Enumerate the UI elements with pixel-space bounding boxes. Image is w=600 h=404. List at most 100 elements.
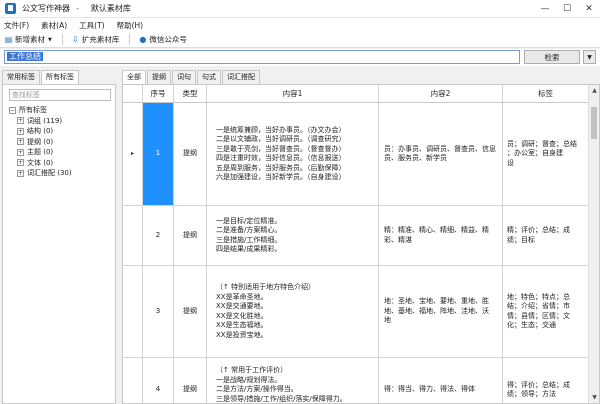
table-row[interactable]: 2 提纲 一是目标/定位精准。 二是准备/方案精心。 三是措施/工作精细。 四是结果/成果… — [123, 206, 589, 266]
content1-cell-line: 二是准备/方案精心。 — [216, 226, 282, 234]
vertical-scrollbar[interactable]: ▲ ▼ — [588, 85, 599, 403]
tags-cell[interactable]: 员；调研；督查；总结 ；办公室；自身建设 — [503, 103, 589, 205]
tab-all[interactable]: 全部 — [122, 70, 146, 84]
content1-cell-line: （↑ 常用于工作评价） — [216, 366, 288, 375]
expand-icon[interactable]: + — [17, 169, 24, 177]
expand-library-label: 扩充素材库 — [81, 35, 120, 44]
tree-item-all[interactable]: − 所有标签 — [9, 105, 72, 116]
wechat-label: 微信公众号 — [149, 35, 187, 44]
row-indicator — [123, 266, 143, 357]
row-type[interactable]: 提纲 — [174, 103, 207, 205]
toolbar: ▤ 新增素材 ▼ ⇩ 扩充素材库 ● 微信公众号 — [0, 32, 600, 48]
tags-cell[interactable]: 地；特色；特点；总 结；介绍；省情；市 情；县情；区情；文 化；生态；交通 — [503, 266, 589, 357]
menu-help[interactable]: 帮助(H) — [117, 20, 144, 31]
tab-outline[interactable]: 提纲 — [147, 70, 171, 84]
tab-sentence[interactable]: 句式 — [197, 70, 221, 84]
maximize-icon[interactable]: ☐ — [556, 0, 578, 18]
expand-icon[interactable]: + — [17, 148, 24, 156]
content1-cell-line: 四是结果/成果精彩。 — [216, 245, 282, 253]
row-type[interactable]: 提纲 — [174, 266, 207, 357]
tab-common-tags[interactable]: 常用标签 — [2, 70, 40, 84]
tags-cell[interactable]: 精；评价；总结；成 绩；目标 — [503, 206, 589, 265]
title-bar: 公文写作神器 - 默认素材库 — ☐ ✕ — [0, 0, 600, 18]
tree-item-phrases[interactable]: + 词组 (119) — [9, 116, 72, 127]
tab-collocation[interactable]: 词汇搭配 — [222, 70, 260, 84]
tree-item-topic[interactable]: + 主题 (0) — [9, 147, 72, 158]
app-icon — [5, 3, 16, 14]
content1-cell-line: 一是战略/规划得法。 — [216, 375, 282, 384]
new-material-button[interactable]: ▤ 新增素材 ▼ — [4, 34, 52, 45]
content1-cell-line: 三是措施/工作精细。 — [216, 235, 282, 244]
minimize-icon[interactable]: — — [534, 0, 556, 18]
tags-cell-line: 得；评价；总结；成 — [507, 380, 570, 389]
search-input[interactable]: 工作总结 — [4, 50, 520, 64]
row-number[interactable]: 2 — [143, 206, 174, 265]
tree-label: 词组 (119) — [27, 116, 63, 125]
dropdown-icon[interactable]: ▼ — [48, 37, 52, 43]
menu-tools[interactable]: 工具(T) — [79, 20, 104, 31]
content1-cell[interactable]: （↑ 常用于工作评价） 一是战略/规划得法。 二是方法/方案/操作得当。 三是领导/措… — [207, 358, 379, 403]
row-number[interactable]: 4 — [143, 358, 174, 403]
tags-cell-line: 情；县情；区情；文 — [507, 311, 570, 320]
expand-library-button[interactable]: ⇩ 扩充素材库 — [71, 34, 120, 45]
material-pane: 全部 提纲 词句 句式 词汇搭配 序号 类型 内容1 内容2 标签 ▸ 1 提纲 一是… — [122, 70, 600, 404]
menu-file[interactable]: 文件(F) — [4, 20, 29, 31]
column-header-tags[interactable]: 标签 — [503, 85, 589, 102]
content2-cell[interactable]: 得：得当、得力、得法、得体 — [379, 358, 503, 403]
wechat-button[interactable]: ● 微信公众号 — [138, 34, 187, 45]
table-row[interactable]: 3 提纲 （↑ 特别适用于地方特色介绍） XX是革命圣地。 XX是交通要地。 XX是文化胜… — [123, 266, 589, 358]
content1-cell[interactable]: 一是目标/定位精准。 二是准备/方案精心。 三是措施/工作精细。 四是结果/成果精彩。 — [207, 206, 379, 265]
row-number[interactable]: 3 — [143, 266, 174, 357]
content1-cell-line: XX是生态福地。 — [216, 321, 268, 329]
tag-pane: 常用标签 所有标签 查找标签 − 所有标签 + 词组 (119) + 结构 (0… — [2, 70, 116, 404]
tags-cell-line: ；办公室；自身建 — [507, 149, 563, 158]
search-dropdown-icon[interactable]: ▼ — [583, 50, 596, 64]
search-row: 工作总结 检索 ▼ — [0, 49, 600, 66]
search-button[interactable]: 检索 — [524, 50, 580, 64]
tree-label: 主题 (0) — [27, 148, 54, 157]
tab-phrases[interactable]: 词句 — [172, 70, 196, 84]
tab-all-tags[interactable]: 所有标签 — [41, 70, 79, 84]
content2-cell-line: 员、服务员、新学员 — [384, 154, 447, 162]
expand-icon[interactable]: + — [17, 159, 24, 167]
scroll-thumb[interactable] — [591, 107, 597, 139]
close-icon[interactable]: ✕ — [578, 0, 600, 18]
new-file-icon: ▤ — [4, 35, 13, 44]
title-separator: - — [76, 4, 79, 13]
content1-cell[interactable]: （↑ 特别适用于地方特色介绍） XX是革命圣地。 XX是交通要地。 XX是文化胜地。 X… — [207, 266, 379, 357]
column-header-content2[interactable]: 内容2 — [379, 85, 503, 102]
tags-cell-line: 绩；领导；方法 — [507, 390, 556, 398]
menu-material[interactable]: 素材(A) — [41, 20, 67, 31]
column-header-no[interactable]: 序号 — [143, 85, 174, 102]
tree-item-structure[interactable]: + 结构 (0) — [9, 126, 72, 137]
tags-cell[interactable]: 得；评价；总结；成 绩；领导；方法 — [503, 358, 589, 403]
material-table: 序号 类型 内容1 内容2 标签 ▸ 1 提纲 一是统筹兼顾，当好办事员。（办文办会）… — [122, 84, 600, 404]
content1-cell[interactable]: 一是统筹兼顾，当好办事员。（办文办会） 二是以文辅政，当好调研员。（调查研究） 三是… — [207, 103, 379, 205]
column-header-content1[interactable]: 内容1 — [207, 85, 379, 102]
tree-item-collocation[interactable]: + 词汇搭配 (30) — [9, 168, 72, 179]
expand-icon[interactable]: + — [17, 127, 24, 135]
table-row[interactable]: 4 提纲 （↑ 常用于工作评价） 一是战略/规划得法。 二是方法/方案/操作得当。 三是领… — [123, 358, 589, 403]
row-type[interactable]: 提纲 — [174, 358, 207, 403]
content1-cell-line: 二是以文辅政，当好调研员。（调查研究） — [216, 135, 346, 143]
content2-cell[interactable]: 精：精准、精心、精细、精益、精 彩、精湛 — [379, 206, 503, 265]
expand-icon[interactable]: + — [17, 117, 24, 125]
collapse-icon[interactable]: − — [9, 106, 16, 114]
row-type[interactable]: 提纲 — [174, 206, 207, 265]
tags-cell-line: 地；特色；特点；总 — [507, 292, 570, 301]
scroll-up-icon[interactable]: ▲ — [589, 85, 599, 96]
column-header-type[interactable]: 类型 — [174, 85, 207, 102]
content2-cell[interactable]: 员：办事员、调研员、督查员、信息 员、服务员、新学员 — [379, 103, 503, 205]
tag-filter-input[interactable]: 查找标签 — [9, 89, 111, 101]
content2-cell-line: 地：圣地、宝地、要地、重地、胜 — [384, 297, 489, 306]
tree-item-genre[interactable]: + 文体 (0) — [9, 158, 72, 169]
row-number[interactable]: 1 — [143, 103, 174, 205]
content1-cell-line: XX是投资宝地。 — [216, 330, 268, 339]
content1-cell-line: XX是交通要地。 — [216, 302, 268, 310]
scroll-down-icon[interactable]: ▼ — [589, 392, 599, 403]
toolbar-divider — [129, 34, 131, 45]
table-row[interactable]: ▸ 1 提纲 一是统筹兼顾，当好办事员。（办文办会） 二是以文辅政，当好调研员。（调查研… — [123, 103, 589, 206]
content2-cell[interactable]: 地：圣地、宝地、要地、重地、胜 地、基地、福地、阵地、洼地、沃地 — [379, 266, 503, 357]
expand-icon[interactable]: + — [17, 138, 24, 146]
tree-item-outline[interactable]: + 提纲 (0) — [9, 137, 72, 148]
